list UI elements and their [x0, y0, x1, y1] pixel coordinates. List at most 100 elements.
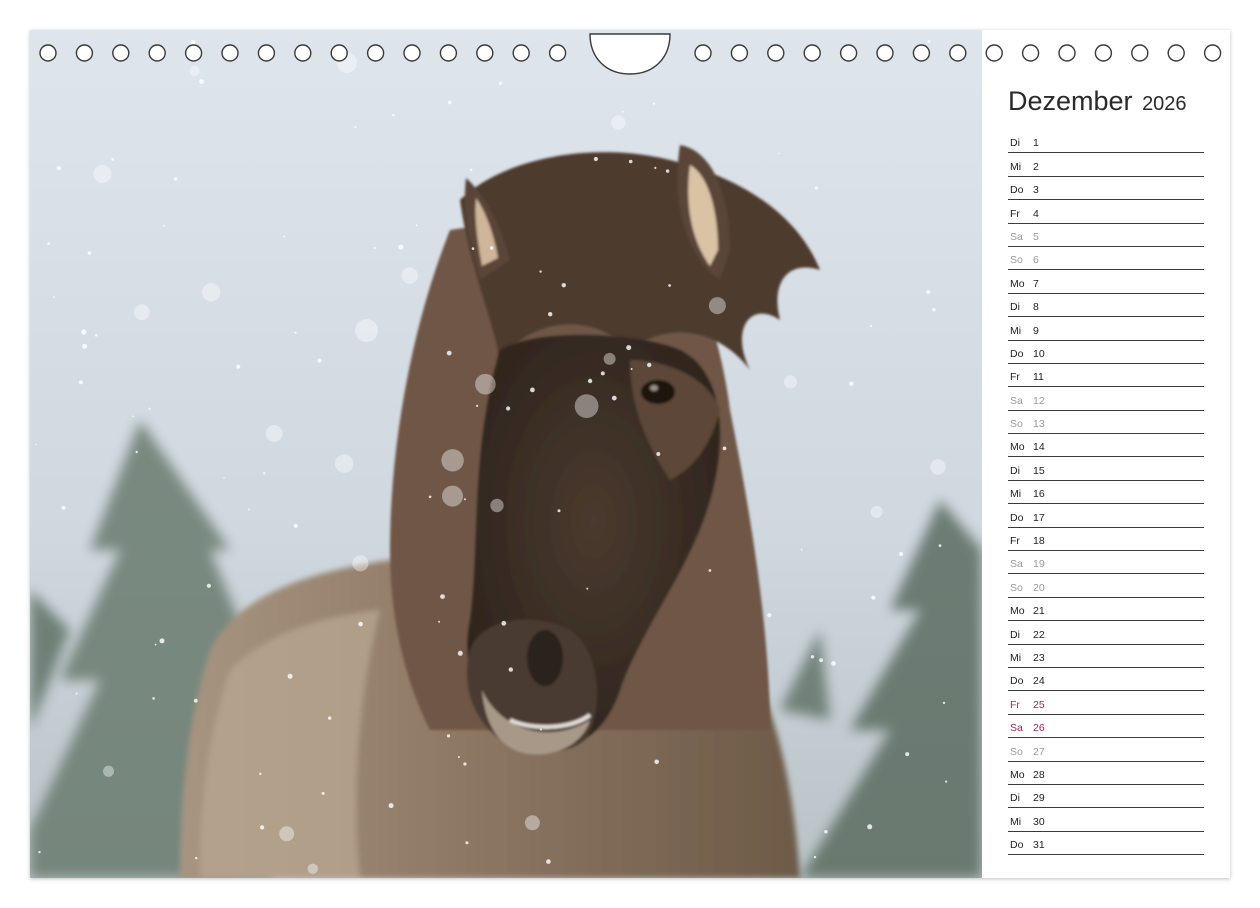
day-row: Fr 18	[1008, 528, 1204, 552]
binding-hole	[439, 44, 458, 62]
day-number: 10	[1033, 347, 1045, 360]
day-row: Di 29	[1008, 785, 1204, 809]
day-number: 18	[1033, 535, 1045, 548]
day-row: Di 15	[1008, 457, 1204, 481]
horse-photo	[30, 30, 982, 878]
day-number: 14	[1033, 441, 1045, 454]
day-number: 11	[1033, 371, 1044, 384]
day-row: Do 17	[1008, 504, 1204, 528]
weekday-label: Mi	[1010, 815, 1022, 828]
weekday-label: Di	[1010, 464, 1020, 477]
weekday-label: Mi	[1010, 160, 1022, 173]
day-number: 3	[1033, 184, 1039, 197]
hanger-notch	[589, 33, 671, 75]
day-row: Do 31	[1008, 832, 1204, 856]
weekday-label: So	[1010, 581, 1023, 594]
weekday-label: Mi	[1010, 651, 1022, 664]
day-row: So 6	[1008, 247, 1204, 271]
day-row: Di 22	[1008, 621, 1204, 645]
day-number: 26	[1033, 722, 1045, 735]
day-row: Mo 7	[1008, 270, 1204, 294]
day-number: 8	[1033, 301, 1039, 314]
day-number: 30	[1033, 815, 1045, 828]
day-row: Sa 26	[1008, 715, 1204, 739]
weekday-label: Do	[1010, 511, 1024, 524]
day-number: 29	[1033, 792, 1045, 805]
binding-hole	[694, 44, 712, 62]
day-row: Mi 23	[1008, 645, 1204, 668]
day-number: 31	[1033, 839, 1045, 852]
binding-hole	[767, 44, 785, 62]
binding-hole	[257, 44, 276, 62]
calendar-sidebar: Dezember 2026 Di 1 Mi 2 Do 3 Fr 4 Sa 5 So 6 Mo 7 Di 8 Mi…	[982, 30, 1230, 878]
month-name: Dezember	[1008, 86, 1133, 116]
weekday-label: Di	[1010, 301, 1020, 314]
day-number: 2	[1033, 160, 1039, 173]
weekday-label: Sa	[1010, 394, 1023, 407]
binding-hole	[1167, 44, 1185, 62]
day-number: 19	[1033, 558, 1045, 571]
weekday-label: Mo	[1010, 441, 1025, 454]
day-number: 15	[1033, 464, 1045, 477]
binding-hole	[366, 44, 385, 62]
day-row: So 27	[1008, 738, 1204, 762]
day-row: Mo 21	[1008, 598, 1204, 622]
day-number: 9	[1033, 324, 1039, 337]
binding-hole	[221, 44, 239, 62]
binding-hole	[39, 44, 57, 62]
day-row: Mi 2	[1008, 153, 1204, 177]
weekday-label: Mo	[1010, 605, 1025, 618]
weekday-label: So	[1010, 418, 1023, 431]
day-number: 25	[1033, 698, 1045, 711]
binding-hole	[330, 44, 348, 62]
day-row: Fr 4	[1008, 200, 1204, 224]
day-row: Do 3	[1008, 177, 1204, 201]
day-number: 28	[1033, 768, 1045, 781]
day-number: 27	[1033, 745, 1045, 758]
weekday-label: Sa	[1010, 230, 1023, 243]
day-number: 21	[1033, 605, 1045, 618]
day-number: 16	[1033, 488, 1045, 501]
weekday-label: Di	[1010, 137, 1020, 150]
binding-hole	[1058, 44, 1076, 62]
day-row: So 20	[1008, 574, 1204, 598]
day-row: Mo 14	[1008, 434, 1204, 458]
weekday-label: Sa	[1010, 558, 1023, 571]
weekday-label: Di	[1010, 792, 1020, 805]
day-row: Fr 25	[1008, 691, 1204, 715]
day-row: Do 24	[1008, 668, 1204, 692]
day-row: So 13	[1008, 411, 1204, 435]
weekday-label: So	[1010, 254, 1023, 267]
day-row: Mi 16	[1008, 481, 1204, 505]
day-number: 17	[1033, 511, 1045, 524]
weekday-label: Do	[1010, 347, 1024, 360]
binding-hole	[1094, 44, 1113, 62]
year-label: 2026	[1142, 93, 1187, 115]
day-row: Mo 28	[1008, 762, 1204, 785]
binding-hole	[512, 44, 530, 62]
binding-hole	[876, 44, 894, 62]
binding-hole	[112, 44, 130, 62]
binding-hole	[184, 44, 203, 62]
day-number: 22	[1033, 628, 1045, 641]
binding-hole	[1131, 44, 1149, 62]
day-row: Sa 5	[1008, 224, 1204, 247]
wire-binding	[39, 33, 1222, 75]
binding-hole	[403, 44, 421, 62]
binding-hole	[730, 44, 749, 62]
day-number: 13	[1033, 418, 1045, 431]
binding-hole	[148, 44, 166, 62]
calendar-page: Dezember 2026 Di 1 Mi 2 Do 3 Fr 4 Sa 5 So 6 Mo 7 Di 8 Mi…	[30, 30, 1230, 878]
day-number: 1	[1033, 137, 1039, 150]
day-row: Di 8	[1008, 294, 1204, 318]
weekday-label: Do	[1010, 675, 1024, 688]
day-row: Mi 9	[1008, 317, 1204, 341]
binding-hole	[985, 44, 1003, 62]
weekday-label: Do	[1010, 839, 1024, 852]
day-row: Do 10	[1008, 341, 1204, 364]
binding-hole	[476, 44, 494, 62]
weekday-label: Mi	[1010, 488, 1022, 501]
binding-hole	[839, 44, 858, 62]
binding-hole	[912, 44, 931, 62]
binding-hole	[1203, 44, 1222, 62]
